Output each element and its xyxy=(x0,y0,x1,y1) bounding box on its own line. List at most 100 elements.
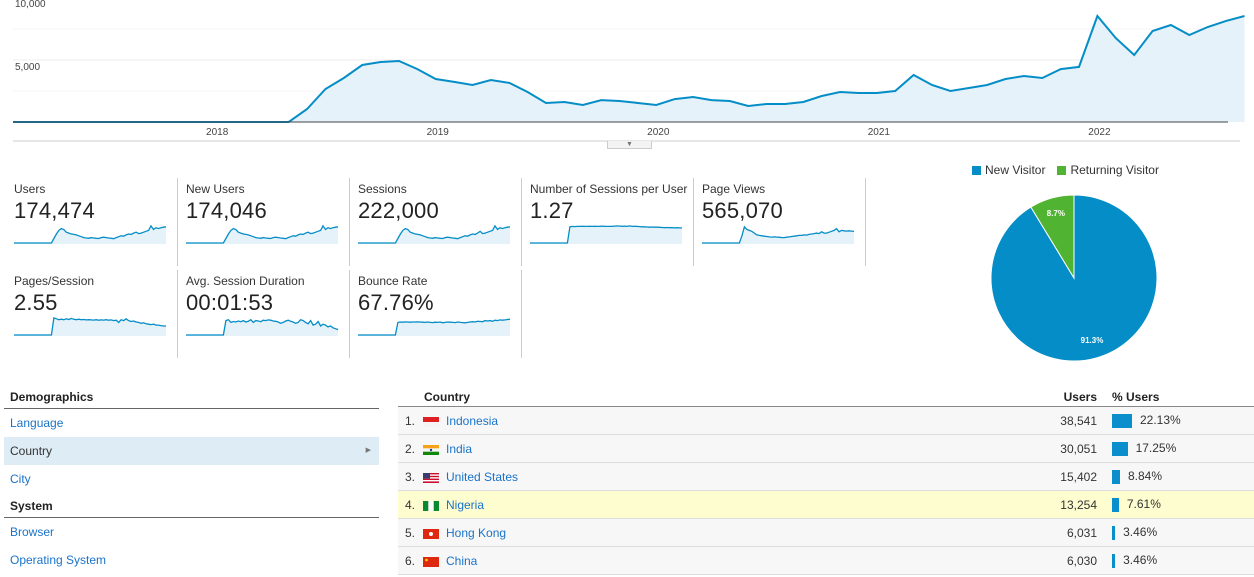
caret-down-icon: ▼ xyxy=(626,141,633,148)
y-tick-label: 5,000 xyxy=(15,62,40,73)
sidebar-item-city[interactable]: City xyxy=(4,465,379,493)
metric-value: 2.55 xyxy=(14,290,58,315)
metric-label: Pages/Session xyxy=(14,274,95,288)
pct-users-value: 22.13% xyxy=(1140,413,1181,427)
visitor-type-pie-chart: 91.3% 8.7% xyxy=(990,194,1158,362)
metric-pages-session[interactable]: Pages/Session 2.55 xyxy=(6,270,178,358)
pct-users-bar xyxy=(1112,554,1116,568)
pct-users-value: 8.84% xyxy=(1127,469,1163,483)
sidebar-item-label: Operating System xyxy=(10,553,107,567)
country-link[interactable]: India xyxy=(446,442,472,456)
table-row[interactable]: 3. United States 15,402 8.84% xyxy=(398,463,1254,491)
dimension-sidebar: Demographics Language Country ▶ City Syst… xyxy=(4,387,379,574)
sidebar-item-label: Browser xyxy=(10,525,55,539)
metric-value: 1.27 xyxy=(530,198,574,223)
row-rank: 1. xyxy=(405,414,416,428)
metric-avg-session-duration[interactable]: Avg. Session Duration 00:01:53 xyxy=(178,270,350,358)
section-header-system: System xyxy=(4,496,379,518)
legend-label: Returning Visitor xyxy=(1070,163,1159,177)
legend-item-returning-visitor[interactable]: Returning Visitor xyxy=(1057,163,1159,177)
pct-users-value: 3.46% xyxy=(1123,525,1158,539)
users-value: 30,051 xyxy=(1060,442,1097,456)
sparkline xyxy=(186,224,338,244)
x-tick-label: 2018 xyxy=(206,127,229,138)
row-rank: 6. xyxy=(405,554,416,568)
x-tick-label: 2021 xyxy=(868,127,891,138)
pie-legend: New Visitor Returning Visitor xyxy=(972,163,1159,177)
table-row[interactable]: 5. Hong Kong 6,031 3.46% xyxy=(398,519,1254,547)
section-header-demographics: Demographics xyxy=(4,387,379,409)
legend-item-new-visitor[interactable]: New Visitor xyxy=(972,163,1045,177)
sparkline-fill xyxy=(14,225,166,244)
sidebar-item-label: Country xyxy=(10,444,53,458)
users-value: 38,541 xyxy=(1060,414,1097,428)
metric-value: 174,474 xyxy=(14,198,95,223)
table-row[interactable]: 2. India 30,051 17.25% xyxy=(398,435,1254,463)
metric-value: 00:01:53 xyxy=(186,290,274,315)
metric-value: 67.76% xyxy=(358,290,434,315)
sparkline-fill xyxy=(358,225,510,244)
pct-users-value: 17.25% xyxy=(1135,441,1177,455)
metric-label: Bounce Rate xyxy=(358,274,428,288)
pct-users-bar xyxy=(1112,526,1116,540)
legend-swatch xyxy=(1057,165,1067,175)
sparkline xyxy=(702,225,854,244)
row-rank: 5. xyxy=(405,526,416,540)
row-rank: 2. xyxy=(405,442,416,456)
sidebar-item-label: City xyxy=(10,472,31,486)
table-row[interactable]: 4. Nigeria 13,254 7.61% xyxy=(398,491,1254,519)
sparkline xyxy=(14,317,166,336)
sparkline-fill xyxy=(530,225,682,244)
sidebar-item-language[interactable]: Language xyxy=(4,409,379,437)
legend-label: New Visitor xyxy=(985,163,1046,177)
country-link[interactable]: United States xyxy=(446,470,518,484)
flag-ng-icon xyxy=(423,501,439,511)
sparkline xyxy=(358,318,510,336)
country-link[interactable]: China xyxy=(446,554,477,568)
column-header-users: Users xyxy=(1063,390,1097,404)
x-tick-label: 2020 xyxy=(647,127,670,138)
row-rank: 4. xyxy=(405,498,416,512)
chart-collapse-toggle[interactable]: ▼ xyxy=(607,141,652,149)
country-link[interactable]: Indonesia xyxy=(446,414,498,428)
metric-label: Page Views xyxy=(702,182,766,196)
pct-users-value: 7.61% xyxy=(1126,497,1161,511)
pie-slice-label: 91.3% xyxy=(1081,336,1104,345)
metric-label: Avg. Session Duration xyxy=(186,274,305,288)
pct-users-value: 3.46% xyxy=(1123,553,1158,567)
users-over-time-chart: 10,000 5,000 2018 2019 2020 2021 2022 xyxy=(13,0,1245,142)
sparkline-fill xyxy=(186,225,338,244)
sparkline-fill xyxy=(14,317,166,336)
sidebar-item-country[interactable]: Country ▶ xyxy=(4,437,379,465)
metric-bounce-rate[interactable]: Bounce Rate 67.76% xyxy=(350,270,522,358)
users-value: 6,031 xyxy=(1066,526,1097,540)
metric-page-views[interactable]: Page Views 565,070 xyxy=(694,178,866,266)
row-rank: 3. xyxy=(405,470,416,484)
users-value: 15,402 xyxy=(1060,470,1097,484)
table-header: Country Users % Users xyxy=(398,387,1254,407)
pct-users-bar xyxy=(1112,498,1119,512)
chevron-right-icon: ▶ xyxy=(365,447,371,454)
metric-value: 174,046 xyxy=(186,198,267,223)
metric-number-of-sessions-per-user[interactable]: Number of Sessions per User 1.27 xyxy=(522,178,694,266)
flag-us-icon xyxy=(423,473,439,483)
x-tick-label: 2019 xyxy=(427,127,450,138)
country-link[interactable]: Hong Kong xyxy=(446,526,506,540)
y-tick-label: 10,000 xyxy=(15,0,46,10)
table-row[interactable]: 6. China 6,030 3.46% xyxy=(398,547,1254,575)
table-row[interactable]: 1. Indonesia 38,541 22.13% xyxy=(398,407,1254,435)
country-link[interactable]: Nigeria xyxy=(446,498,484,512)
metric-new-users[interactable]: New Users 174,046 xyxy=(178,178,350,266)
sidebar-item-browser[interactable]: Browser xyxy=(4,518,379,546)
pct-users-bar xyxy=(1112,414,1132,428)
pct-users-bar xyxy=(1112,442,1128,456)
pct-users-bar xyxy=(1112,470,1120,484)
sparkline xyxy=(530,225,682,244)
users-value: 13,254 xyxy=(1060,498,1097,512)
flag-in-icon xyxy=(423,445,439,455)
sidebar-item-operating-system[interactable]: Operating System xyxy=(4,546,379,574)
metric-sessions[interactable]: Sessions 222,000 xyxy=(350,178,522,266)
flag-cn-icon xyxy=(423,557,439,567)
metric-users[interactable]: Users 174,474 xyxy=(6,178,178,266)
metric-value: 222,000 xyxy=(358,198,439,223)
